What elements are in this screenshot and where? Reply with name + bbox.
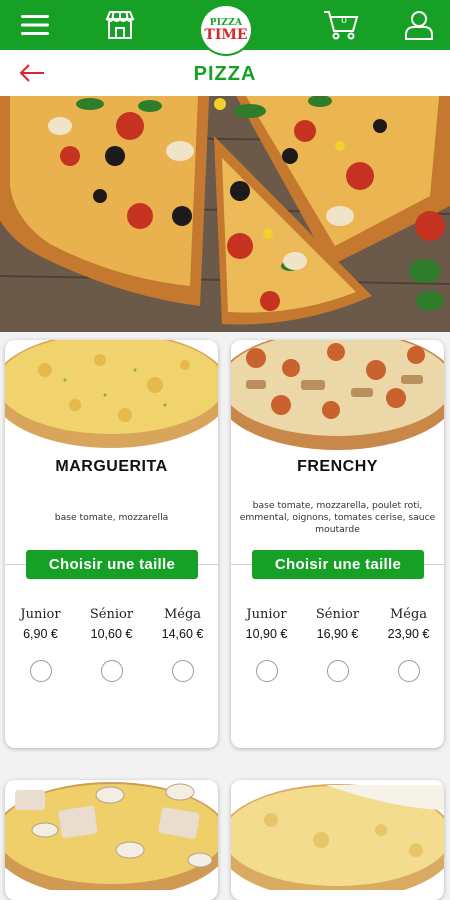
size-label: Méga xyxy=(163,607,202,622)
size-price: 14,60 € xyxy=(161,627,204,641)
size-option-junior: Junior 10,90 € xyxy=(231,606,302,682)
size-option-senior: Sénior 16,90 € xyxy=(302,606,373,682)
product-image xyxy=(231,340,444,450)
size-price: 6,90 € xyxy=(23,627,58,641)
cart-icon[interactable]: 0 xyxy=(316,0,366,50)
hero-image xyxy=(0,96,450,332)
product-card[interactable] xyxy=(5,780,218,900)
size-option-mega: Méga 14,60 € xyxy=(147,606,218,682)
size-option-senior: Sénior 10,60 € xyxy=(76,606,147,682)
size-price: 23,90 € xyxy=(387,627,430,641)
product-description: base tomate, mozzarella xyxy=(54,512,169,523)
size-label: Méga xyxy=(389,607,428,622)
size-radio[interactable] xyxy=(255,660,278,682)
size-radio[interactable] xyxy=(397,660,420,682)
size-options: Junior 6,90 € Sénior 10,60 € Méga 14,60 … xyxy=(5,606,218,682)
size-label: Sénior xyxy=(89,607,134,622)
store-icon[interactable] xyxy=(98,0,142,50)
product-name: MARGUERITA xyxy=(55,458,168,475)
page-title: PIZZA xyxy=(193,63,257,85)
divider xyxy=(197,564,218,565)
logo-text-top: PIZZA xyxy=(209,17,243,28)
product-image xyxy=(5,780,218,890)
product-card[interactable] xyxy=(231,780,444,900)
choose-size-button[interactable]: Choisir une taille xyxy=(26,550,198,579)
size-label: Sénior xyxy=(315,607,360,622)
size-radio[interactable] xyxy=(29,660,52,682)
size-price: 10,90 € xyxy=(245,627,288,641)
product-list: MARGUERITA base tomate, mozzarella Chois… xyxy=(0,332,450,900)
product-card: FRENCHY base tomate, mozzarella, poulet … xyxy=(231,340,444,748)
sub-header: PIZZA xyxy=(0,50,450,96)
size-option-mega: Méga 23,90 € xyxy=(373,606,444,682)
logo-text-bottom: TIME xyxy=(204,26,248,43)
size-options: Junior 10,90 € Sénior 16,90 € Méga 23,90… xyxy=(231,606,444,682)
logo[interactable]: PIZZA TIME xyxy=(199,4,253,56)
product-description: base tomate, mozzarella, poulet roti, em… xyxy=(239,500,436,535)
divider xyxy=(231,564,252,565)
size-price: 10,60 € xyxy=(90,627,133,641)
cart-count-badge: 0 xyxy=(341,15,347,26)
menu-icon[interactable] xyxy=(12,0,58,50)
size-radio[interactable] xyxy=(100,660,123,682)
divider xyxy=(423,564,444,565)
divider xyxy=(5,564,26,565)
product-image xyxy=(231,780,444,890)
size-option-junior: Junior 6,90 € xyxy=(5,606,76,682)
product-name: FRENCHY xyxy=(297,458,378,475)
user-icon[interactable] xyxy=(396,0,442,50)
size-label: Junior xyxy=(246,607,287,622)
size-radio[interactable] xyxy=(171,660,194,682)
choose-size-button[interactable]: Choisir une taille xyxy=(252,550,424,579)
product-image xyxy=(5,340,218,450)
product-card: MARGUERITA base tomate, mozzarella Chois… xyxy=(5,340,218,748)
size-label: Junior xyxy=(20,607,61,622)
size-price: 16,90 € xyxy=(316,627,359,641)
size-radio[interactable] xyxy=(326,660,349,682)
